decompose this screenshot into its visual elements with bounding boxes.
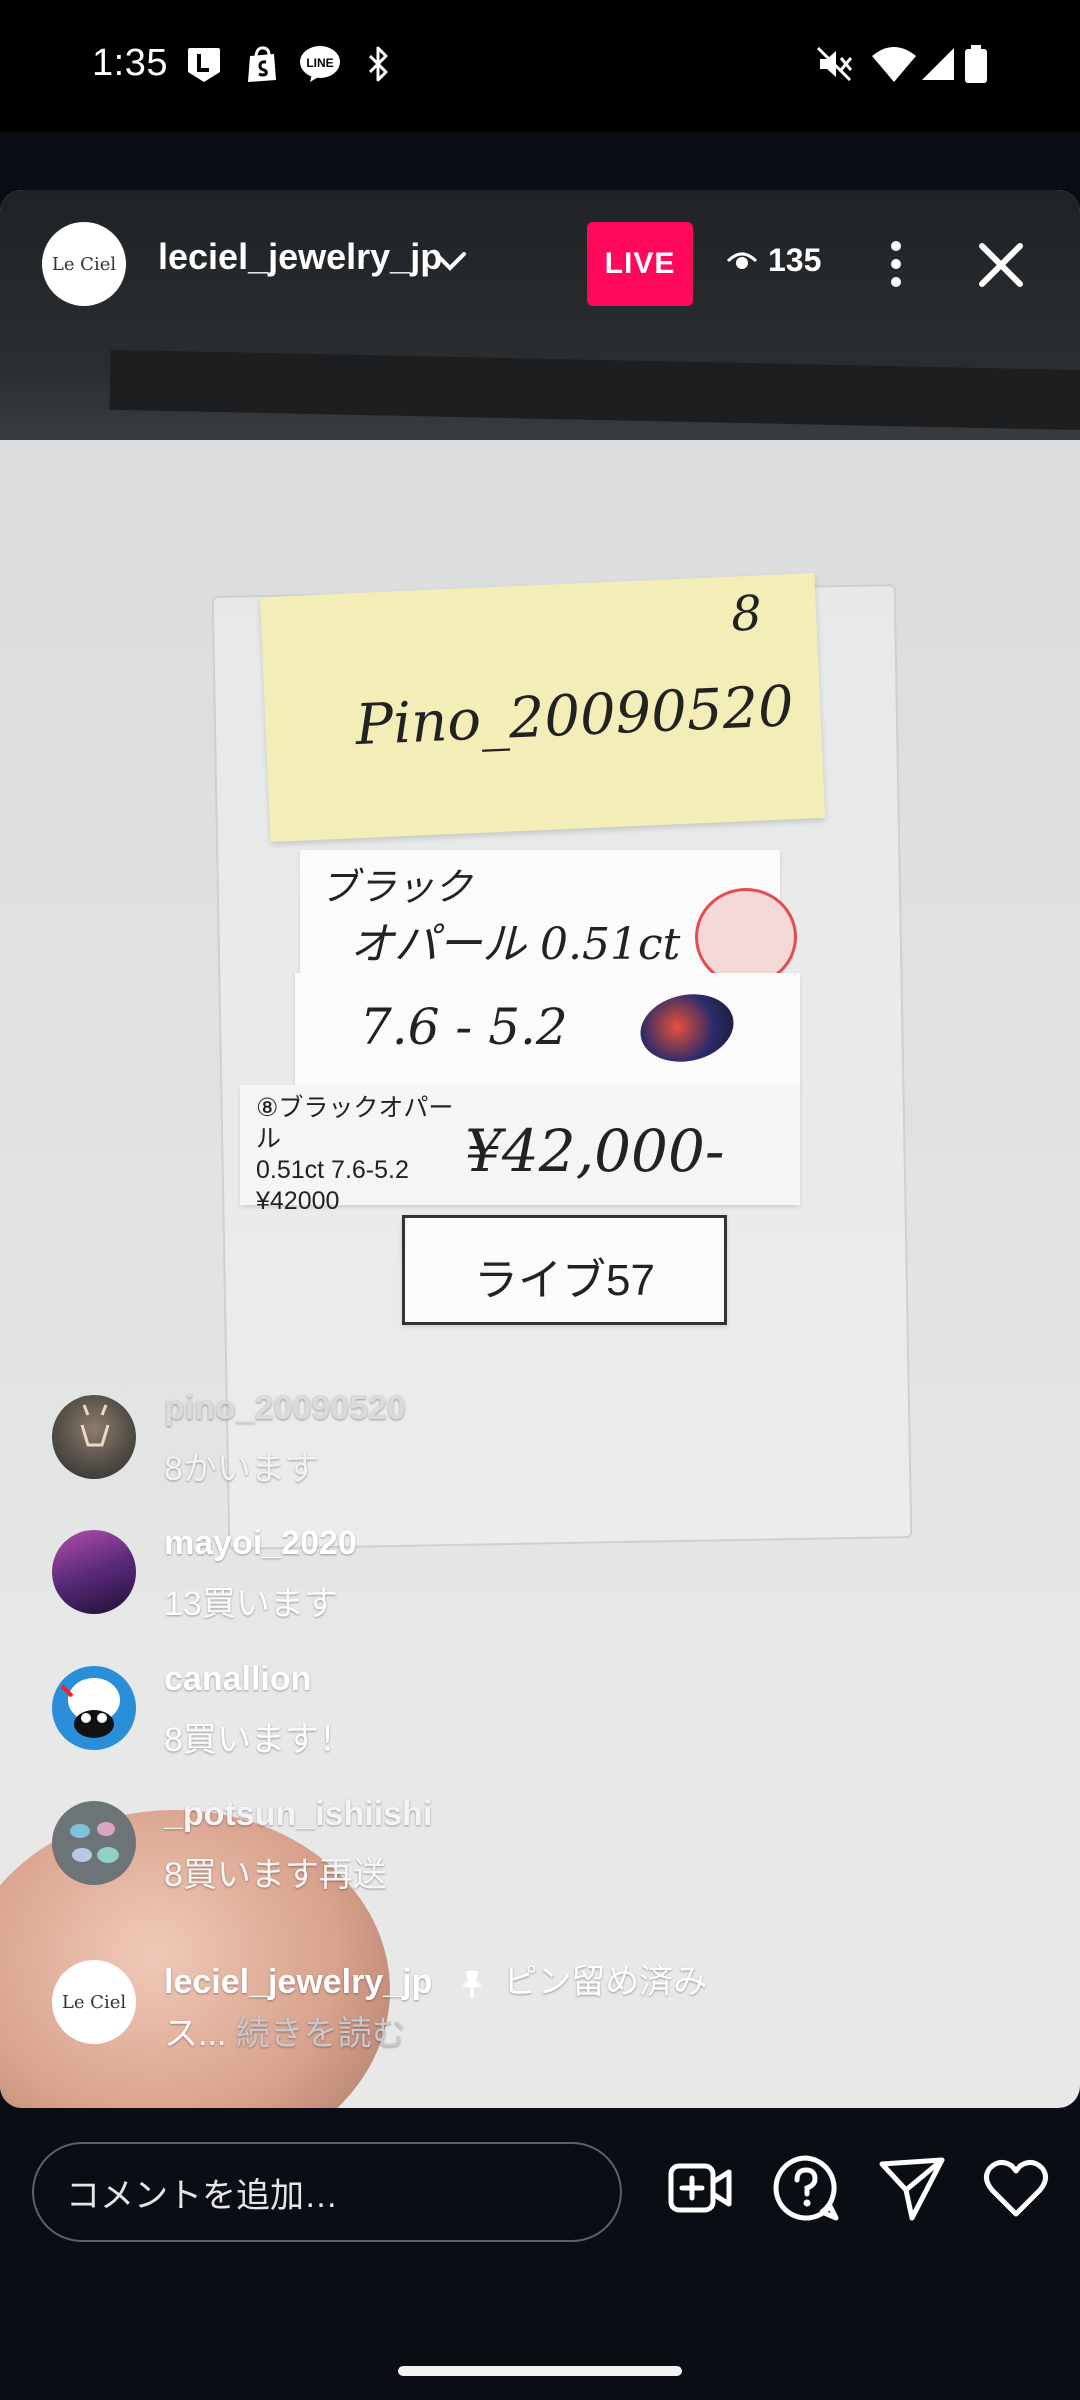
- tag-line1: ⑧ブラックオパール: [256, 1094, 454, 1153]
- eye-icon: [726, 252, 758, 269]
- status-time: 1:35: [92, 42, 168, 84]
- question-icon[interactable]: [770, 2152, 842, 2224]
- comment-item[interactable]: pino_20090520 8かいます: [52, 1385, 952, 1495]
- comment-item[interactable]: canallion 8買います！: [52, 1656, 952, 1766]
- more-options-icon[interactable]: [876, 236, 916, 292]
- printed-tag: ⑧ブラックオパール 0.51ct 7.6-5.2 ¥42000: [256, 1093, 456, 1215]
- read-more-link[interactable]: 続きを読む: [236, 2015, 406, 2053]
- card-size: 7.6 - 5.2: [360, 998, 568, 1056]
- live-number-text: ライブ57: [474, 1256, 655, 1305]
- pinned-text-start: ス...: [164, 2015, 227, 2053]
- status-bar: 1:35 LINE: [0, 0, 1080, 132]
- card-line1: ブラック: [320, 865, 473, 909]
- close-icon[interactable]: [976, 240, 1026, 290]
- comment-input[interactable]: コメントを追加…: [32, 2142, 622, 2242]
- pin-icon: [461, 1971, 482, 1999]
- pinned-text: ス... 続きを読む: [164, 2006, 406, 2055]
- svg-text:LINE: LINE: [306, 56, 333, 70]
- tag-line3: ¥42000: [256, 1187, 340, 1215]
- live-number-card: ライブ57: [402, 1215, 727, 1325]
- pinned-username[interactable]: leciel_jewelry_jp ピン留め済み: [164, 1954, 707, 2003]
- pinned-avatar[interactable]: Le Ciel: [52, 1960, 136, 2044]
- add-video-icon[interactable]: [665, 2152, 737, 2224]
- black-opal-stone: [634, 985, 740, 1071]
- comment-avatar[interactable]: [52, 1666, 136, 1750]
- pinned-user-text[interactable]: leciel_jewelry_jp: [164, 1963, 432, 2001]
- note-name: Pino_20090520: [354, 674, 796, 759]
- pinned-label: ピン留め済み: [503, 1963, 708, 2001]
- size-card: 7.6 - 5.2: [295, 973, 800, 1088]
- price-tag-row: ⑧ブラックオパール 0.51ct 7.6-5.2 ¥42000 ¥42,000-: [240, 1085, 800, 1215]
- deer-avatar-icon: [80, 1404, 110, 1447]
- battery-icon: [965, 45, 987, 83]
- home-indicator[interactable]: [398, 2366, 682, 2376]
- handwritten-price: ¥42,000-: [465, 1117, 725, 1185]
- bottom-bar: コメントを追加…: [0, 2108, 1080, 2338]
- comment-item[interactable]: _potsun_ishiishi 8買います再送: [52, 1791, 952, 1901]
- send-icon[interactable]: [876, 2152, 948, 2224]
- note-number: 8: [729, 585, 763, 643]
- comment-avatar[interactable]: [52, 1801, 136, 1885]
- comment-text: 8買います再送: [164, 1856, 387, 1894]
- comment-text: 8かいます: [164, 1450, 319, 1488]
- host-username[interactable]: leciel_jewelry_jp: [158, 236, 442, 278]
- live-badge: LIVE: [587, 222, 693, 306]
- comment-username[interactable]: _potsun_ishiishi: [164, 1795, 432, 1834]
- stones-avatar-icon: [70, 1822, 119, 1863]
- comment-username[interactable]: canallion: [164, 1660, 311, 1699]
- live-header: Le Ciel leciel_jewelry_jp LIVE 135: [0, 190, 1080, 340]
- comment-username[interactable]: mayoi_2020: [164, 1524, 357, 1563]
- tag-line2: 0.51ct 7.6-5.2: [256, 1156, 409, 1184]
- comment-text: 8買います！: [164, 1721, 353, 1759]
- line-chat-icon: LINE: [300, 46, 340, 82]
- comment-avatar[interactable]: [52, 1395, 136, 1479]
- bluetooth-icon: [368, 46, 388, 82]
- pinned-comment[interactable]: Le Ciel leciel_jewelry_jp ピン留め済み ス... 続き…: [52, 1950, 1052, 2060]
- chevron-down-icon[interactable]: [432, 248, 468, 276]
- comment-text: 13買います: [164, 1585, 338, 1623]
- line-l-icon: [188, 48, 220, 82]
- mute-icon: [816, 46, 853, 82]
- character-avatar-icon: [60, 1678, 120, 1738]
- host-avatar[interactable]: Le Ciel: [42, 222, 126, 306]
- name-note: 8 Pino_20090520: [259, 573, 826, 842]
- pink-sticker: [695, 888, 797, 986]
- wifi-icon: [872, 47, 916, 82]
- comment-username[interactable]: pino_20090520: [164, 1389, 406, 1428]
- heart-icon[interactable]: [980, 2152, 1052, 2224]
- shopify-icon: [248, 46, 276, 82]
- comment-item[interactable]: mayoi_2020 13買います: [52, 1520, 952, 1630]
- card-line2: オパール 0.51ct: [350, 919, 681, 970]
- signal-icon: [922, 48, 954, 80]
- comment-avatar[interactable]: [52, 1530, 136, 1614]
- viewer-count-text: 135: [768, 242, 822, 278]
- viewer-count: 135: [726, 242, 821, 279]
